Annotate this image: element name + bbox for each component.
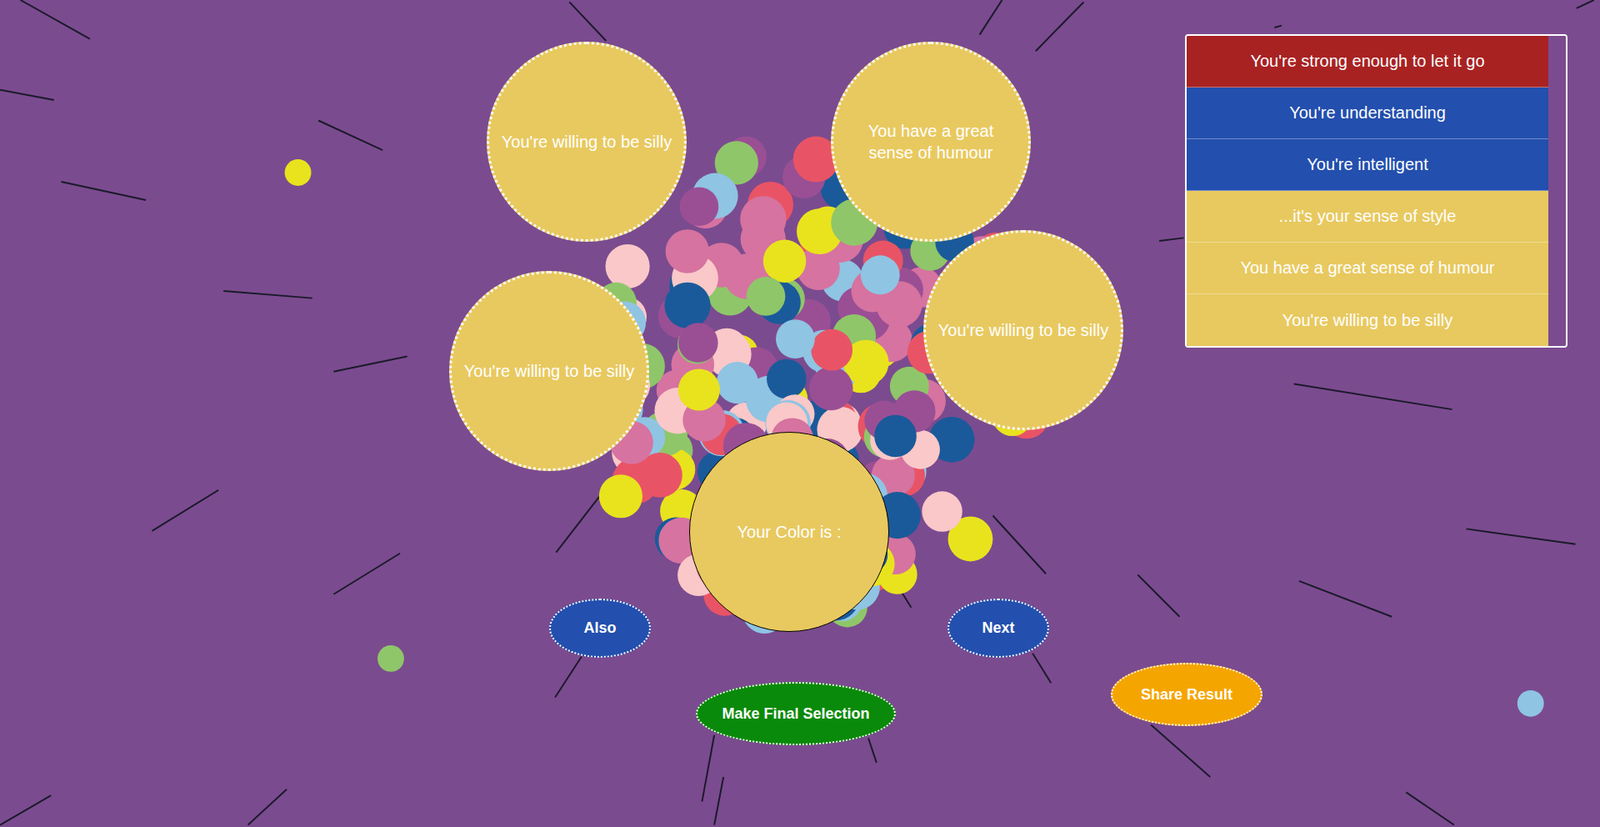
game-stage: You're willing to be sillyYou have a gre… [0,0,1600,827]
cluster-bubble [763,239,806,282]
history-list: You're strong enough to let it goYou're … [1186,35,1549,346]
decor-line [20,0,90,40]
next-button[interactable]: Next [947,598,1050,658]
decor-line [1137,575,1180,617]
floating-dot [285,159,312,186]
cluster-bubble [740,195,786,242]
cluster-bubble [678,368,720,410]
history-item: You're willing to be silly [1186,294,1549,346]
history-item: ...it's your sense of style [1186,190,1549,243]
also-button[interactable]: Also [549,598,651,658]
decor-line [701,735,715,802]
decor-line [992,515,1046,574]
history-item: You're intelligent [1186,139,1549,191]
share-result-button[interactable]: Share Result [1110,662,1263,726]
decor-line [1576,0,1595,9]
decor-line [555,655,582,697]
decor-line [318,120,383,151]
cluster-bubble [810,329,853,371]
history-item: You have a great sense of humour [1186,242,1549,295]
scrollbar[interactable] [1548,35,1566,346]
decor-line [333,553,400,595]
cluster-bubble [775,319,815,359]
cluster-bubble [716,361,759,404]
cluster-bubble [809,366,853,410]
result-bubble: Your Color is : [689,431,890,632]
decor-line [868,737,877,762]
decor-line [333,355,407,371]
decor-line [569,1,606,41]
decor-line [1466,528,1576,544]
cluster-bubble [605,244,650,289]
final-selection-button[interactable]: Make Final Selection [695,681,896,745]
decor-line [1274,25,1282,28]
decor-line [0,795,51,825]
cluster-bubble [665,229,710,273]
decor-line [980,0,1003,35]
cluster-bubble [766,359,806,400]
decor-line [714,776,724,825]
selection-history-panel: You're strong enough to let it goYou're … [1185,34,1568,348]
cluster-bubble [680,186,720,226]
cluster-bubble [860,255,900,295]
decor-line [1294,383,1453,410]
decor-line [1159,237,1184,241]
cluster-bubble [874,415,917,458]
decor-line [248,789,288,825]
cluster-bubble [678,322,719,363]
cluster-bubble [664,282,710,329]
option-bubble[interactable]: You're willing to be silly [486,41,687,242]
decor-line [0,90,55,100]
floating-dot [377,645,405,672]
history-item: You're understanding [1186,87,1549,140]
option-bubble[interactable]: You have a great sense of humour [830,41,1031,242]
cluster-bubble [921,490,962,531]
decor-line [223,290,313,299]
floating-dot [1517,690,1545,717]
cluster-bubble [599,474,643,518]
decor-line [1150,725,1210,777]
cluster-bubble [746,276,786,316]
decor-line [1035,1,1085,51]
option-bubble[interactable]: You're willing to be silly [923,230,1124,430]
decor-line [60,181,146,200]
decor-line [1299,580,1392,617]
decor-line [1032,653,1051,684]
decor-line [1405,791,1455,825]
decor-line [151,490,219,531]
history-item: You're strong enough to let it go [1186,35,1549,88]
option-bubble[interactable]: You're willing to be silly [449,270,650,471]
